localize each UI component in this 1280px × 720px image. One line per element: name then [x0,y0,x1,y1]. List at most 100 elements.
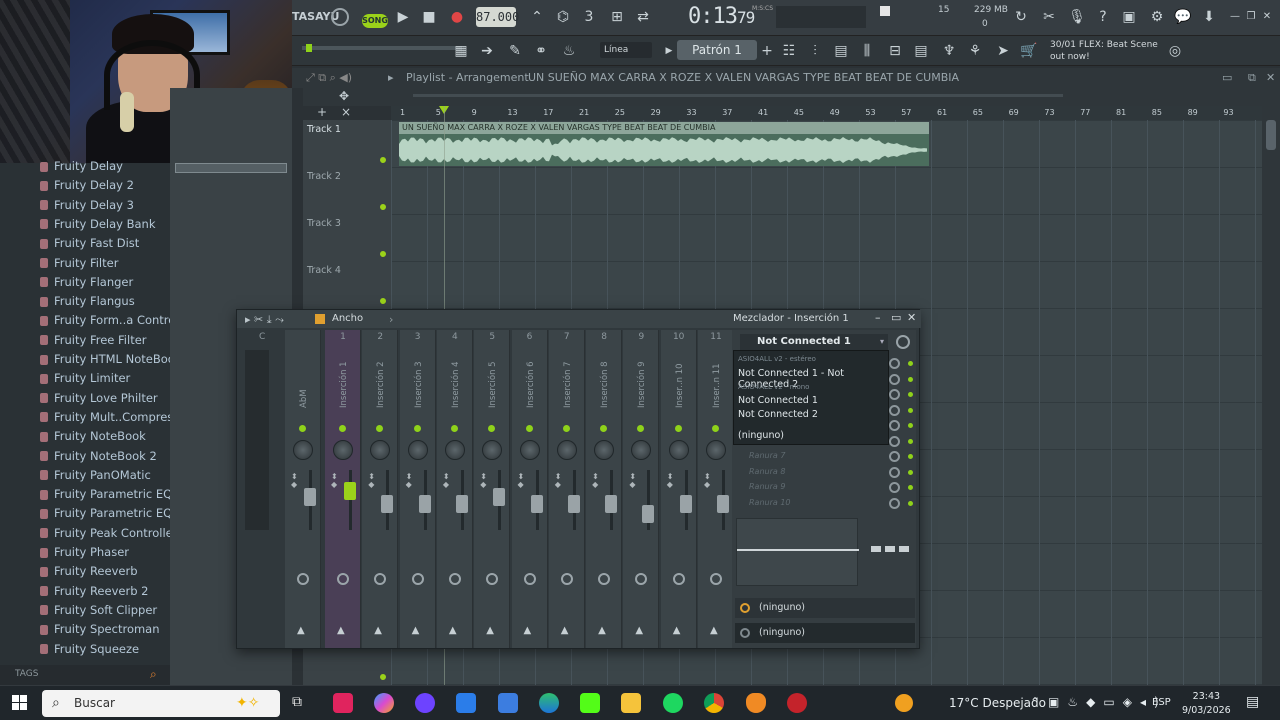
mixer-strip[interactable]: 8 Inserción 8 ⬍ ◆ ▲ [586,330,623,648]
effect-slot[interactable]: Ranura 9 [749,482,785,491]
master-volume-handle[interactable] [306,44,312,52]
strip-led[interactable] [525,425,533,432]
language-indicator[interactable]: ESP [1152,697,1171,708]
pan-knob[interactable] [444,440,465,460]
globe-icon[interactable]: ◎ [1166,42,1184,60]
send-knob[interactable] [411,573,424,585]
volume-fader[interactable] [567,495,580,513]
performance-icon[interactable]: ➤ [994,42,1012,60]
news-panel[interactable]: 30/01 FLEX: Beat Scene out now! [1050,39,1158,63]
pan-knob[interactable] [482,440,503,460]
slot-mix-knob[interactable] [889,420,900,431]
eq-sliders[interactable] [869,518,913,586]
send-knob[interactable] [523,573,536,585]
volume-fader[interactable] [530,495,543,513]
delete-track-icon[interactable]: × [341,105,351,119]
browser-item[interactable]: Fruity Parametric EQ 2 [40,504,183,523]
tools-icon[interactable]: ✂ [1040,8,1058,26]
strip-label-box[interactable]: Inserción 1 [327,358,359,418]
slot-mix-knob[interactable] [889,373,900,385]
playlist-icon[interactable]: ☷ [780,42,798,60]
window-restore-icon[interactable]: ⧉ [1248,71,1256,85]
browser-item[interactable]: Fruity HTML NoteBook [40,350,181,369]
strip-label-box[interactable]: Inserción 8 [588,358,620,418]
route-arrow-icon[interactable]: ▲ [635,625,643,636]
pattern-selector[interactable]: Patrón 1 [677,40,757,60]
send-knob[interactable] [635,573,648,585]
save-icon[interactable]: ▣ [1120,8,1138,26]
slot-enable-led[interactable] [908,376,913,382]
track-mute-led[interactable] [380,674,386,680]
browser-item[interactable]: Fruity Phaser [40,543,129,562]
loop-record-icon[interactable]: ⇄ [634,8,652,26]
arrow-icon[interactable]: ➔ [478,42,496,60]
stereo-arrows-icon[interactable]: ⬍ ◆ [331,473,338,489]
pan-knob[interactable] [333,440,353,460]
route-arrow-icon[interactable]: ▲ [524,625,532,636]
add-track-icon[interactable]: + [317,105,327,119]
none-option[interactable]: (ninguno) [738,430,784,441]
mixer-strip[interactable]: 7 Inserción 7 ⬍ ◆ ▲ [548,330,585,648]
link-icon[interactable]: ⚭ [532,42,550,60]
strip-label-box[interactable]: Inserción 2 [364,358,396,418]
output-select-bottom[interactable]: (ninguno) [735,623,915,643]
slot-enable-led[interactable] [908,407,913,413]
wait-input-icon[interactable]: ⌬ [554,8,572,26]
browser-item[interactable]: Fruity Love Philter [40,389,158,408]
browser-item[interactable]: Fruity Spectroman [40,620,160,639]
mixer-icon[interactable]: ⫼ [858,42,876,60]
maximize-icon[interactable]: ▭ [891,311,901,324]
stereo-arrows-icon[interactable]: ⬍ ◆ [443,473,450,489]
browser-item[interactable]: Fruity NoteBook [40,427,146,446]
browser-item[interactable]: Fruity PanOMatic [40,466,151,485]
strip-label-box[interactable]: Inserción 5 [476,358,508,418]
browser-item[interactable]: Fruity Peak Controller [40,524,178,543]
tiktok-app-icon[interactable] [333,693,353,713]
file-icon[interactable]: ▤ [912,42,930,60]
browser-item[interactable]: Fruity Delay 3 [40,196,134,215]
strip-label-box[interactable]: Inser..n 11 [700,358,732,418]
stereo-arrows-icon[interactable]: ⬍ ◆ [518,473,525,489]
tray-icons[interactable]: ⌃▣♨◆▭◈◂) [1030,695,1167,709]
volume-fader[interactable] [304,488,316,506]
send-knob[interactable] [560,573,573,585]
track-name[interactable]: Track 3 [307,218,341,229]
song-mode-button[interactable]: SONG [362,14,388,28]
slot-mix-knob[interactable] [889,358,900,369]
vertical-scrollbar[interactable] [1262,106,1280,685]
window-minimize-icon[interactable]: ▭ [1222,71,1232,84]
pan-knob[interactable] [370,440,391,460]
browser-item[interactable]: Fruity Filter [40,254,118,273]
pencil-icon[interactable]: ✎ [506,42,524,60]
explorer-app-icon[interactable] [621,693,641,713]
taskbar-search[interactable]: ⌕ Buscar ✦✧ [42,690,280,717]
fl-studio-app-icon[interactable] [746,693,766,713]
microphone-icon[interactable]: 🎙 [1068,8,1086,26]
add-pattern-icon[interactable]: + [758,42,776,60]
strip-label-box[interactable]: Inserción 6 [514,358,546,418]
route-arrow-icon[interactable]: ▲ [598,625,606,636]
strip-label-box[interactable]: Inserción 7 [551,358,583,418]
tuning-icon[interactable]: ⚘ [966,42,984,60]
browser-item[interactable]: Fruity Limiter [40,369,130,388]
strip-led[interactable] [637,425,645,432]
pan-knob[interactable] [519,440,540,460]
browser-item[interactable]: Fruity Squeeze [40,640,139,659]
stereo-arrows-icon[interactable]: ⬍ ◆ [480,473,487,489]
browser-item[interactable]: Fruity Delay Bank [40,215,155,234]
mixer-strip[interactable]: 10 Inser..n 10 ⬍ ◆ ▲ [660,330,697,648]
close-icon[interactable]: ✕ [1258,8,1276,26]
close-icon[interactable]: ✕ [907,311,916,324]
play-icon[interactable]: ▸ [388,71,394,84]
volume-fader[interactable] [717,495,729,513]
strip-led[interactable] [488,425,496,432]
latency-icon[interactable] [896,335,910,349]
minimize-icon[interactable]: – [875,311,881,324]
mixer-strip[interactable]: 5 Inserción 5 ⬍ ◆ ▲ [474,330,511,648]
eq-graph[interactable] [736,518,859,586]
strip-label-box[interactable]: AbM [287,358,319,418]
browser-item[interactable]: Fruity Fast Dist [40,234,139,253]
route-arrow-icon[interactable]: ▲ [337,625,345,636]
slot-enable-led[interactable] [908,469,913,475]
track-name[interactable]: Track 4 [307,265,341,276]
